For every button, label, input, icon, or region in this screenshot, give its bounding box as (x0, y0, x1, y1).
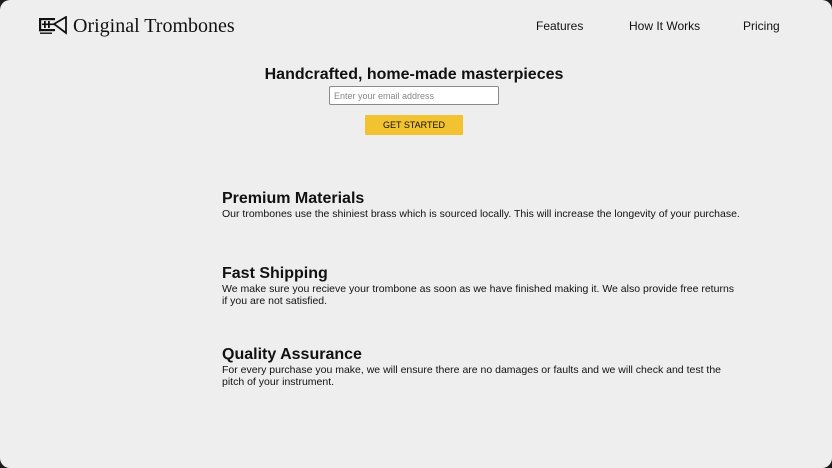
feature-premium-materials: Premium Materials Our trombones use the … (222, 190, 742, 220)
brand-logo[interactable]: Original Trombones (38, 13, 235, 39)
trombone-logo-icon (39, 16, 67, 35)
get-started-button[interactable]: GET STARTED (365, 115, 463, 135)
feature-description: Our trombones use the shiniest brass whi… (222, 208, 740, 220)
hero-title: Handcrafted, home-made masterpieces (264, 65, 564, 83)
feature-fast-shipping: Fast Shipping We make sure you recieve y… (222, 265, 742, 307)
brand-name: Original Trombones (73, 14, 235, 37)
nav-link-features[interactable]: Features (536, 19, 583, 33)
feature-title: Quality Assurance (222, 346, 362, 363)
feature-title: Fast Shipping (222, 265, 328, 282)
feature-description: For every purchase you make, we will ens… (222, 364, 722, 388)
nav-link-how-it-works[interactable]: How It Works (629, 19, 700, 33)
feature-quality-assurance: Quality Assurance For every purchase you… (222, 346, 742, 388)
email-input[interactable] (329, 86, 499, 105)
feature-description: We make sure you recieve your trombone a… (222, 283, 735, 307)
nav-link-pricing[interactable]: Pricing (743, 19, 780, 33)
feature-title: Premium Materials (222, 190, 365, 207)
page: Original Trombones Features How It Works… (0, 0, 832, 468)
